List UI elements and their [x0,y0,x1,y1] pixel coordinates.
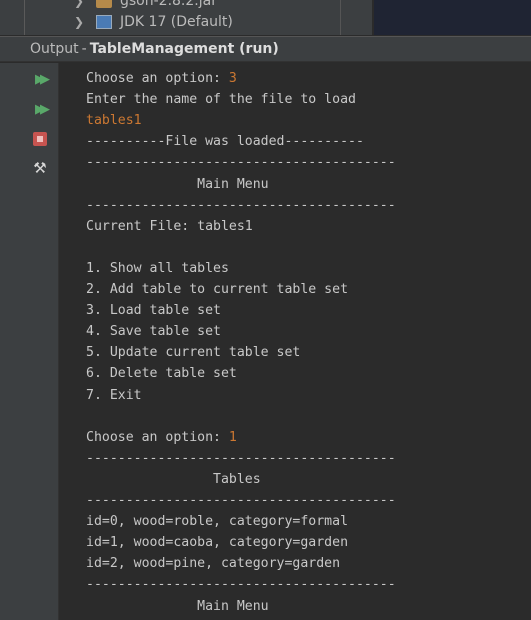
output-side-strip [0,63,24,620]
title-separator: - [81,41,87,57]
panel-divider[interactable] [340,0,341,35]
console-line: --------------------------------------- [86,195,396,216]
console-line: id=0, wood=roble, category=formal [86,511,348,532]
console-text: Enter the name of the file to load [86,92,356,108]
console-line: 2. Add table to current table set [86,279,348,300]
tree-guide-line [24,0,25,35]
console-output[interactable]: Choose an option: 3 Enter the name of the… [59,63,531,620]
output-toolbar: ▶▶ ▶▶ ⚒ [24,63,59,620]
console-text: id=1, wood=caoba, category=garden [86,535,349,551]
console-text: --------------------------------------- [86,155,396,171]
console-line: 5. Update current table set [86,342,300,363]
console-text: --------------------------------------- [86,197,396,213]
console-text: 2. Add table to current table set [86,282,349,297]
output-panel-header: Output - TableManagement (run) [0,36,531,62]
rerun-failed-icon[interactable]: ▶▶ [29,99,51,119]
project-tree: ❯ gson-2.8.2.jar ❯ JDK 17 (Default) [0,0,531,35]
console-line: ----------File was loaded---------- [86,131,364,152]
console-text: 7. Exit [86,387,142,403]
settings-icon[interactable]: ⚒ [29,158,51,178]
console-line: 1. Show all tables [86,258,229,279]
tree-item-label: gson-2.8.2.jar [120,0,217,9]
console-text: Choose an option: [86,429,229,445]
console-line: --------------------------------------- [86,152,396,173]
user-input-text: 1 [228,429,237,445]
console-line: 3. Load table set [86,300,221,321]
console-line: Enter the name of the file to load [86,89,356,110]
jdk-icon [96,15,112,29]
user-input-text: 3 [228,71,237,86]
user-input-text: tables1 [86,113,142,129]
console-text: 1. Show all tables [86,260,229,276]
console-line: 4. Save table set [86,321,221,342]
console-line: Current File: tables1 [86,216,253,237]
tree-item-gson[interactable]: ❯ gson-2.8.2.jar [74,0,217,11]
console-text: --------------------------------------- [86,577,396,593]
console-text: --------------------------------------- [86,450,396,466]
tree-item-label: JDK 17 (Default) [120,14,233,30]
console-text: 4. Save table set [86,324,221,340]
console-text: id=2, wood=pine, category=garden [86,556,341,572]
console-text: --------------------------------------- [86,493,396,508]
chevron-right-icon[interactable]: ❯ [74,0,86,8]
output-run-tab[interactable]: TableManagement (run) [90,41,279,57]
editor-area [374,0,531,35]
console-line: 6. Delete table set [86,363,237,384]
console-line: --------------------------------------- [86,574,396,595]
output-panel-title: Output [30,41,79,57]
console-line: Choose an option: 1 [86,427,237,448]
tree-item-jdk[interactable]: ❯ JDK 17 (Default) [74,12,233,32]
console-text: ----------File was loaded---------- [86,134,364,150]
console-text: id=0, wood=roble, category=formal [86,514,349,530]
console-text: Tables [86,471,261,487]
console-line: --------------------------------------- [86,490,396,511]
chevron-right-icon[interactable]: ❯ [74,15,86,29]
console-text: Main Menu [86,598,269,614]
console-line: Main Menu [86,174,269,195]
console-line: --------------------------------------- [86,448,396,469]
console-line: tables1 [86,110,142,131]
stop-icon[interactable] [29,129,51,149]
console-line: Tables [86,469,261,490]
console-line: id=1, wood=caoba, category=garden [86,532,348,553]
console-text: Choose an option: [86,71,229,86]
jar-icon [96,0,112,8]
console-text: 6. Delete table set [86,366,237,382]
console-line: Main Menu [86,596,269,617]
console-text: 3. Load table set [86,303,221,319]
console-line: id=2, wood=pine, category=garden [86,553,340,574]
rerun-icon[interactable]: ▶▶ [29,69,51,89]
console-text: 5. Update current table set [86,345,301,361]
console-text: Current File: tables1 [86,218,253,234]
console-line: Choose an option: 3 [86,68,237,89]
console-line: 7. Exit [86,385,142,406]
console-text: Main Menu [86,176,269,192]
